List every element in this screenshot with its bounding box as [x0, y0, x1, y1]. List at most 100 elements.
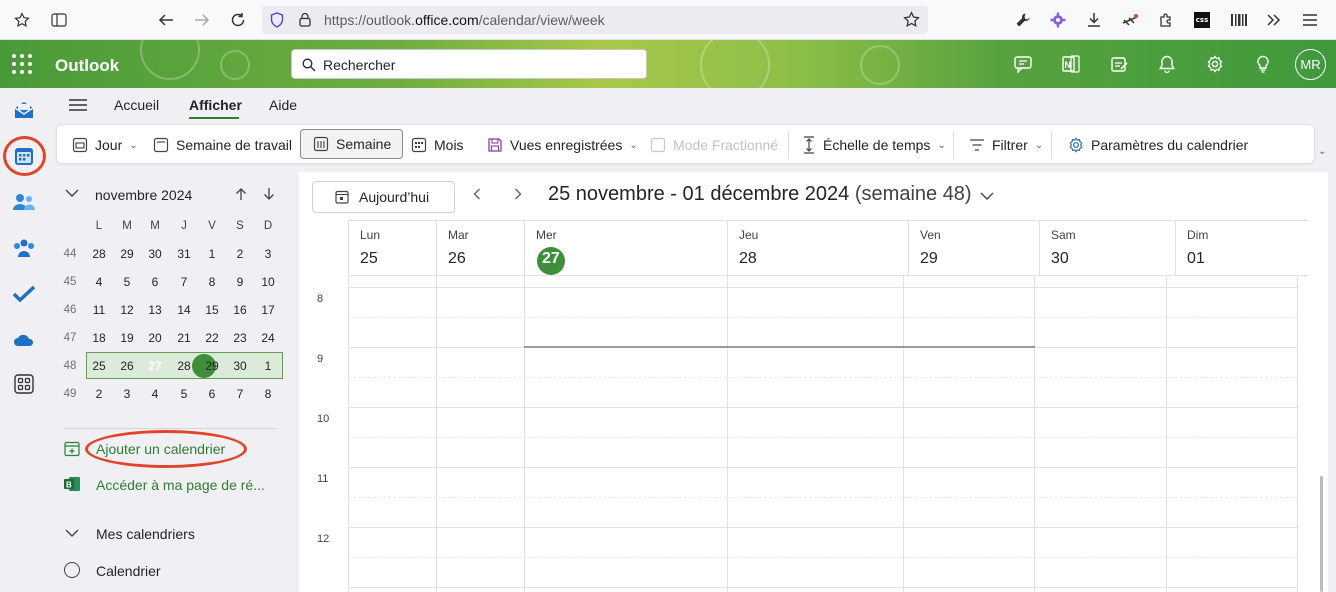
mini-calendar-day[interactable]: 30 [226, 352, 254, 380]
next-month-arrow-icon[interactable] [263, 187, 275, 201]
wrench-icon[interactable] [1011, 8, 1035, 32]
mini-calendar-day[interactable]: 21 [170, 324, 198, 352]
mini-calendar-day[interactable]: 22 [198, 324, 226, 352]
mini-calendar-day[interactable]: 8 [198, 268, 226, 296]
mini-calendar-day[interactable]: 29 [198, 352, 226, 380]
mini-calendar-day[interactable]: 15 [198, 296, 226, 324]
notifications-bell-icon[interactable] [1155, 52, 1179, 76]
date-picker-chevron-icon[interactable] [980, 192, 994, 201]
add-calendar-link[interactable]: Ajouter un calendrier [96, 441, 225, 457]
mini-calendar-day[interactable]: 5 [113, 268, 141, 296]
tips-lightbulb-icon[interactable] [1251, 52, 1275, 76]
todo-check-icon[interactable] [12, 282, 36, 306]
css-extension-icon[interactable]: css [1190, 8, 1214, 32]
work-week-view-button[interactable]: Semaine de travail [153, 132, 292, 158]
mini-calendar-day[interactable]: 2 [226, 240, 254, 268]
mini-calendar-day[interactable]: 20 [141, 324, 169, 352]
bookmark-star-icon[interactable] [10, 8, 34, 32]
settings-gear-icon[interactable] [1203, 52, 1227, 76]
mini-calendar-day[interactable]: 1 [254, 352, 282, 380]
search-input[interactable]: Rechercher [291, 49, 647, 79]
today-button[interactable]: Aujourd’hui [312, 181, 455, 213]
mini-calendar-day[interactable]: 4 [141, 380, 169, 408]
people-icon[interactable] [12, 190, 36, 214]
saved-views-button[interactable]: Vues enregistrées ⌄ [487, 132, 638, 158]
mini-calendar-day[interactable]: 2 [85, 380, 113, 408]
extensions-puzzle-icon[interactable] [1154, 8, 1178, 32]
day-header[interactable]: Jeu 28 [727, 220, 908, 276]
time-scale-button[interactable]: Échelle de temps ⌄ [802, 132, 946, 158]
previous-month-arrow-icon[interactable] [235, 187, 247, 201]
download-icon[interactable] [1082, 8, 1106, 32]
mini-calendar-day[interactable]: 7 [226, 380, 254, 408]
mini-calendar-day[interactable]: 18 [85, 324, 113, 352]
calendar-icon[interactable] [12, 144, 36, 168]
mini-calendar-day[interactable]: 1 [198, 240, 226, 268]
grid-scrollbar[interactable] [1320, 476, 1323, 592]
tab-accueil[interactable]: Accueil [114, 97, 159, 113]
todo-notes-icon[interactable] [1107, 52, 1131, 76]
day-header[interactable]: Sam 30 [1039, 220, 1175, 276]
hamburger-menu-icon[interactable] [69, 99, 87, 111]
time-grid[interactable]: 8 9 10 11 12 [299, 276, 1328, 592]
filter-button[interactable]: Filtrer ⌄ [969, 132, 1043, 158]
date-range-title[interactable]: 25 novembre - 01 décembre 2024 (semaine … [548, 183, 972, 206]
back-arrow-icon[interactable] [154, 8, 178, 32]
mini-calendar-day[interactable]: 7 [170, 268, 198, 296]
mini-calendar-day[interactable]: 30 [141, 240, 169, 268]
mini-calendar-day[interactable]: 28 [170, 352, 198, 380]
mail-icon[interactable] [12, 98, 36, 122]
day-header[interactable]: Mer 27 [524, 220, 727, 276]
app-name[interactable]: Outlook [55, 56, 119, 76]
booking-page-link[interactable]: Accéder à ma page de ré... [96, 477, 265, 493]
mini-calendar-day[interactable]: 16 [226, 296, 254, 324]
mini-calendar-day[interactable]: 14 [170, 296, 198, 324]
bookmark-page-star-icon[interactable] [903, 11, 920, 28]
my-calendars-heading[interactable]: Mes calendriers [96, 526, 195, 542]
week-view-button[interactable]: Semaine [300, 129, 404, 159]
ribbon-expand-chevron-icon[interactable]: ⌄ [1318, 146, 1326, 157]
mini-calendar-day[interactable]: 9 [226, 268, 254, 296]
day-header[interactable]: Lun 25 [348, 220, 436, 276]
extension-sled-icon[interactable] [1118, 8, 1142, 32]
lock-icon[interactable] [299, 12, 311, 27]
mini-calendar-day[interactable]: 26 [113, 352, 141, 380]
day-view-button[interactable]: Jour ⌄ [72, 132, 138, 158]
previous-week-arrow-icon[interactable] [473, 187, 481, 203]
month-view-button[interactable]: Mois [411, 132, 464, 158]
calendar-settings-button[interactable]: Paramètres du calendrier [1068, 132, 1248, 158]
mini-calendar-day[interactable]: 5 [170, 380, 198, 408]
split-mode-button[interactable]: Mode Fractionné [650, 132, 778, 158]
mini-calendar-day[interactable]: 6 [198, 380, 226, 408]
reload-icon[interactable] [226, 8, 250, 32]
mini-calendar-day[interactable]: 17 [254, 296, 282, 324]
tracking-shield-icon[interactable] [270, 12, 284, 28]
day-header[interactable]: Mar 26 [436, 220, 524, 276]
mini-calendar-day[interactable]: 6 [141, 268, 169, 296]
mini-calendar-day[interactable]: 13 [141, 296, 169, 324]
mini-calendar-day[interactable]: 10 [254, 268, 282, 296]
more-apps-icon[interactable] [12, 372, 36, 396]
extension-gear-icon[interactable] [1046, 8, 1070, 32]
onedrive-cloud-icon[interactable] [12, 328, 36, 352]
barcode-extension-icon[interactable] [1227, 8, 1251, 32]
mini-calendar-day[interactable]: 19 [113, 324, 141, 352]
browser-menu-icon[interactable] [1298, 8, 1322, 32]
mini-calendar-day[interactable]: 23 [226, 324, 254, 352]
mini-calendar-day[interactable]: 8 [254, 380, 282, 408]
calendar-list-item[interactable]: Calendrier [96, 563, 161, 579]
day-header[interactable]: Ven 29 [908, 220, 1039, 276]
tab-afficher[interactable]: Afficher [189, 97, 242, 113]
onenote-icon[interactable]: N [1059, 52, 1083, 76]
mini-calendar-day[interactable]: 29 [113, 240, 141, 268]
sidebar-toggle-icon[interactable] [47, 8, 71, 32]
mini-calendar-day[interactable]: 28 [85, 240, 113, 268]
tab-aide[interactable]: Aide [269, 97, 297, 113]
address-bar[interactable]: https://outlook.office.com/calendar/view… [262, 6, 928, 34]
mini-calendar-day[interactable]: 27 [141, 352, 169, 380]
overflow-chevrons-icon[interactable] [1262, 8, 1286, 32]
mini-calendar-day[interactable]: 24 [254, 324, 282, 352]
day-header[interactable]: Dim 01 [1175, 220, 1308, 276]
forward-arrow-icon[interactable] [190, 8, 214, 32]
mini-calendar-day[interactable]: 25 [85, 352, 113, 380]
